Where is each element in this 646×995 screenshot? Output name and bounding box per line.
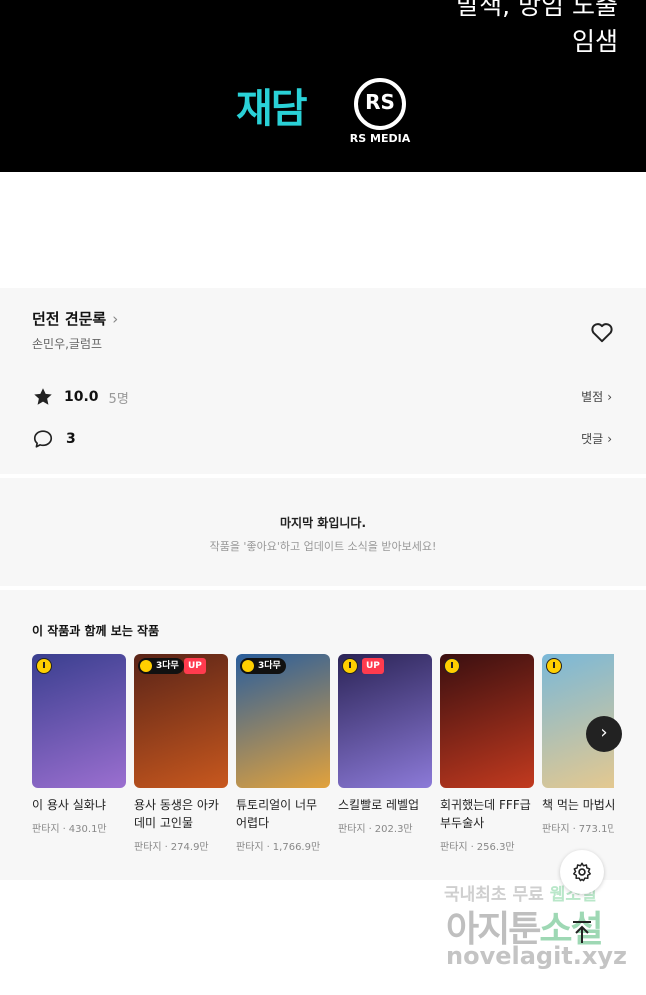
recommendations-section: 이 작품과 함께 보는 작품 이 용사 실화냐 판타지 · 430.1만 3다무 UP… xyxy=(0,590,646,880)
carousel-next-button[interactable]: › xyxy=(586,716,622,752)
clock-badge-icon xyxy=(342,658,358,674)
recommendations-heading: 이 작품과 함께 보는 작품 xyxy=(32,624,160,638)
card-title: 책 먹는 마법사 xyxy=(542,798,614,812)
card-genre: 판타지 xyxy=(236,842,264,853)
settings-button[interactable] xyxy=(560,850,604,894)
card-title: 이 용사 실화냐 xyxy=(32,798,106,812)
card-separator: · xyxy=(266,842,270,853)
card-title: 튜토리얼이 너무 어렵다 xyxy=(236,798,318,830)
last-episode-subtitle: 작품을 '좋아요'하고 업데이트 소식을 받아보세요! xyxy=(209,540,437,553)
card-separator: · xyxy=(572,824,576,835)
card-genre: 판타지 xyxy=(542,824,570,835)
card-meta: 판타지 · 202.3만 xyxy=(338,820,434,835)
banner-text: 발책, 방임 노출 임샘 xyxy=(456,0,618,60)
clock-badge-icon xyxy=(444,658,460,674)
card-separator: · xyxy=(62,824,66,835)
gear-icon xyxy=(573,862,591,882)
rate-link-label: 별점 xyxy=(581,390,604,404)
chevron-right-icon: › xyxy=(607,389,612,404)
card-views: 773.1만 xyxy=(578,824,614,835)
card-meta: 판타지 · 430.1만 xyxy=(32,820,128,835)
card-thumbnail xyxy=(32,654,126,788)
card-meta: 판타지 · 274.9만 xyxy=(134,838,230,853)
card-separator: · xyxy=(470,842,474,853)
card-meta: 판타지 · 1,766.9만 xyxy=(236,838,332,853)
rate-link[interactable]: 별점 › xyxy=(581,388,612,405)
comment-link[interactable]: 댓글 › xyxy=(581,430,612,447)
up-badge: UP xyxy=(362,658,384,674)
jaedam-logo: 재담 xyxy=(236,86,308,132)
watermark-line-3: novelagit.xyz xyxy=(446,942,628,970)
rs-logo-letters: RS xyxy=(365,90,395,114)
chevron-right-icon: › xyxy=(607,431,612,446)
wait-free-badge: 3다무 xyxy=(138,658,184,674)
work-authors: 손민우,글럼프 xyxy=(32,337,103,351)
card-separator: · xyxy=(164,842,168,853)
card-title: 스킬빨로 레벨업 xyxy=(338,798,420,812)
card-thumbnail xyxy=(440,654,534,788)
card-thumbnail: 3다무 xyxy=(236,654,330,788)
clock-icon xyxy=(140,660,152,672)
comment-link-label: 댓글 xyxy=(581,432,604,446)
card-views: 274.9만 xyxy=(170,842,209,853)
card-genre: 판타지 xyxy=(134,842,162,853)
card-thumbnail: 3다무 UP xyxy=(134,654,228,788)
card-separator: · xyxy=(368,824,372,835)
card-genre: 판타지 xyxy=(338,824,366,835)
comment-icon xyxy=(33,430,53,448)
card-genre: 판타지 xyxy=(440,842,468,853)
card-meta: 판타지 · 256.3만 xyxy=(440,838,536,853)
work-title: 던전 견문록 xyxy=(32,310,107,328)
chevron-right-icon: › xyxy=(600,722,608,743)
work-title-link[interactable]: 던전 견문록 › xyxy=(32,308,118,329)
rs-media-logo: RS RS MEDIA xyxy=(350,76,410,146)
card-views: 202.3만 xyxy=(374,824,413,835)
heart-icon[interactable] xyxy=(589,319,615,345)
rating-count: 5명 xyxy=(108,391,129,407)
wait-free-badge-label: 3다무 xyxy=(258,661,281,671)
card-title: 용사 동생은 아카데미 고인물 xyxy=(134,798,219,830)
last-episode-notice: 마지막 화입니다. 작품을 '좋아요'하고 업데이트 소식을 받아보세요! xyxy=(0,478,646,586)
chevron-right-icon: › xyxy=(112,309,119,328)
card-views: 1,766.9만 xyxy=(272,842,321,853)
clock-badge-icon xyxy=(546,658,562,674)
rating-row: 10.0 5명 xyxy=(32,386,129,408)
clock-icon xyxy=(242,660,254,672)
banner-line-1: 발책, 방임 노출 xyxy=(456,0,618,20)
wait-free-badge: 3다무 xyxy=(240,658,286,674)
rating-value: 10.0 xyxy=(64,389,99,405)
top-banner: 발책, 방임 노출 임샘 재담 RS RS MEDIA xyxy=(0,0,646,172)
recommendations-carousel: 이 용사 실화냐 판타지 · 430.1만 3다무 UP 용사 동생은 아카데미 고인… xyxy=(32,654,614,864)
card-views: 430.1만 xyxy=(68,824,107,835)
comment-count: 3 xyxy=(66,431,76,447)
card-thumbnail: UP xyxy=(338,654,432,788)
clock-badge-icon xyxy=(36,658,52,674)
card-meta: 판타지 · 773.1만 xyxy=(542,820,614,835)
star-icon xyxy=(34,388,52,405)
comment-row: 3 xyxy=(32,428,76,450)
wait-free-badge-label: 3다무 xyxy=(156,661,179,671)
banner-line-2: 임샘 xyxy=(571,27,618,56)
last-episode-title: 마지막 화입니다. xyxy=(279,516,367,530)
up-badge: UP xyxy=(184,658,206,674)
card-views: 256.3만 xyxy=(476,842,515,853)
card-title: 회귀했는데 FFF급 부두술사 xyxy=(440,798,531,830)
card-genre: 판타지 xyxy=(32,824,60,835)
rs-logo-caption: RS MEDIA xyxy=(349,132,411,145)
scroll-top-icon[interactable] xyxy=(568,918,596,946)
work-info-panel: 던전 견문록 › 손민우,글럼프 10.0 5명 별점 › 3 댓글 › xyxy=(0,288,646,474)
